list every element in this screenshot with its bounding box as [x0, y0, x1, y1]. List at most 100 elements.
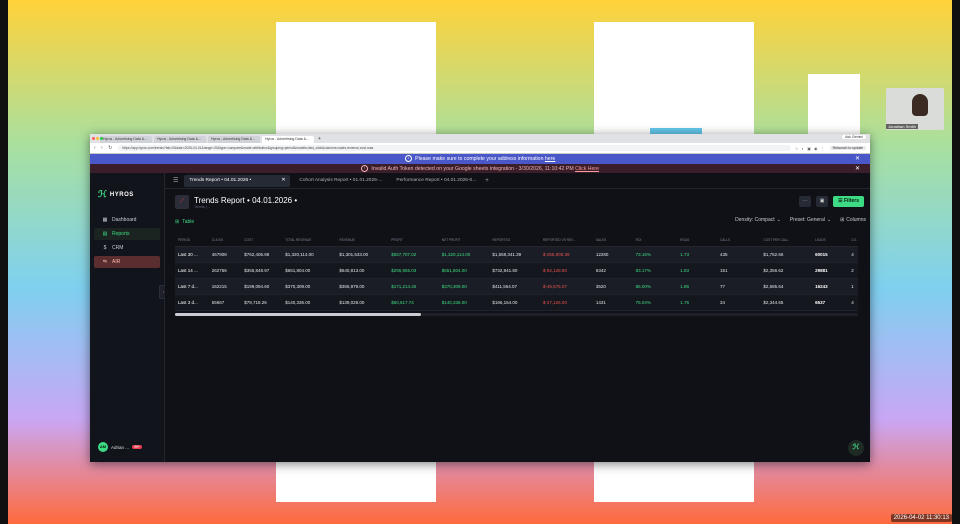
close-window-icon[interactable] — [92, 137, 95, 140]
token-banner-link[interactable]: Click Here — [575, 166, 599, 172]
table-cell: 2 — [848, 262, 858, 279]
url-input[interactable]: https://app.hyros.com/trends?tab=0&date=… — [118, 145, 791, 151]
density-dropdown[interactable]: Density: Compact ⌄ — [735, 217, 781, 223]
address-banner-link[interactable]: here — [545, 156, 555, 162]
column-header[interactable]: COST — [241, 233, 283, 247]
scrollbar-thumb[interactable] — [175, 313, 421, 316]
extension-icons[interactable]: ☆ ◐ ▣ ◉ ⋮ — [795, 146, 826, 151]
webcam-person — [912, 94, 928, 116]
table-cell: 1.76 — [677, 294, 717, 311]
horizontal-scrollbar[interactable] — [175, 313, 858, 316]
new-tab-icon[interactable]: + — [316, 136, 323, 143]
table-row[interactable]: Last 14 ... 262766 $355,848.97 $651,804.… — [175, 262, 858, 279]
sidebar-item-dashboard[interactable]: ▦ Dashboard — [94, 214, 160, 226]
relaunch-button[interactable]: Relaunch to update — [829, 146, 866, 150]
notification-badge: 99+ — [132, 445, 142, 449]
hyros-logo-icon: ℋ — [98, 189, 107, 199]
hyros-logo[interactable]: ℋ HYROS — [90, 173, 164, 200]
report-header: ⟋ Trends Report • 04.01.2026 • Trends | … — [165, 189, 870, 215]
close-icon[interactable]: ✕ — [855, 154, 860, 164]
sidebar-item-reports[interactable]: ▤ Reports — [94, 228, 160, 240]
table-cell: 1.73 — [677, 246, 717, 263]
column-header[interactable]: SALES — [592, 233, 633, 247]
table-cell: $557,707.02 — [388, 246, 439, 263]
density-label: Density: Compact — [735, 217, 775, 223]
preset-dropdown[interactable]: Preset: General ⌄ — [790, 217, 831, 223]
column-header[interactable]: COST PER CALL — [760, 233, 813, 247]
table-cell: $732,941.80 — [489, 262, 540, 279]
navigation-icons[interactable]: ‹ › ↻ — [94, 145, 114, 151]
table-icon: ⊞ — [175, 219, 180, 225]
chevron-down-icon: ⌄ — [826, 217, 832, 223]
sidebar-item-label: CRM — [112, 245, 124, 251]
column-header[interactable]: REVENUE — [336, 233, 389, 247]
table-row[interactable]: Last 7 d... 162215 $199,094.60 $370,309.… — [175, 278, 858, 295]
tab-performance-report[interactable]: Performance Report • 04.01.2026-0... — [391, 175, 481, 187]
table-cell: 151 — [716, 262, 761, 279]
menu-icon[interactable]: ☰ — [173, 177, 178, 184]
add-tab-icon[interactable]: + — [485, 178, 489, 184]
user-menu[interactable]: AM Adrian ... 99+ — [98, 442, 142, 452]
period-cell: Last 3 d... — [175, 294, 209, 311]
table-cell: 6342 — [592, 262, 633, 279]
page-title[interactable]: Trends Report • 04.01.2026 • — [194, 196, 297, 205]
filters-button[interactable]: ☰ Filters — [833, 196, 864, 207]
trends-table: PERIOD CLICKS COST TOTAL REVENUE REVENUE… — [175, 233, 858, 316]
webcam-name: Jonathan Smith — [886, 124, 918, 129]
table-cell: 467908 — [208, 246, 242, 263]
column-header[interactable]: PROFIT — [388, 233, 439, 247]
column-header[interactable]: CALLS — [716, 233, 761, 247]
tab-cohort-report[interactable]: Cohort Analysis Report • 01.01.2026-... — [294, 175, 387, 187]
browser-tab[interactable]: Hyros - Advertising Data &... — [208, 136, 260, 143]
hyros-chat-icon[interactable]: ℋ — [848, 440, 864, 456]
more-options-button[interactable]: ⋯ — [799, 196, 812, 207]
user-name: Adrian ... — [111, 444, 130, 450]
tab-label: Cohort Analysis Report • 01.01.2026-... — [299, 177, 383, 183]
maximize-window-icon[interactable] — [100, 137, 103, 140]
column-header[interactable]: REPORTED — [489, 233, 540, 247]
columns-button[interactable]: ⊞ Columns — [840, 217, 866, 223]
browser-tab-active[interactable]: Hyros - Advertising Data &... — [262, 136, 314, 143]
table-row[interactable]: Last 3 d... 55667 $79,718.26 $140,336.00… — [175, 294, 858, 311]
table-view-tab[interactable]: ⊞ Table — [175, 219, 194, 225]
table-row[interactable]: Last 30 ... 467908 $762,406.98 $1,320,11… — [175, 246, 858, 263]
table-cell: $1,320,114.00 — [282, 246, 337, 263]
table-cell: 86.00% — [632, 278, 678, 295]
column-header[interactable]: CO... — [848, 233, 858, 247]
table-cell: 1431 — [592, 294, 633, 311]
table-cell: 1.86 — [677, 278, 717, 295]
column-header[interactable]: REPORTED VS REV... — [539, 233, 593, 247]
table-cell: 3520 — [592, 278, 633, 295]
table-cell: 1 — [848, 278, 858, 295]
column-header[interactable]: CLICKS — [208, 233, 242, 247]
table-cell: $171,214.40 — [388, 278, 439, 295]
save-icon[interactable]: ▣ — [816, 196, 829, 207]
table-cell: $1,558,341.39 — [489, 246, 540, 263]
column-header[interactable]: NET PROFIT — [438, 233, 490, 247]
minimize-window-icon[interactable] — [96, 137, 99, 140]
reports-icon: ▤ — [102, 231, 108, 237]
table-cell: $2,356.62 — [760, 262, 813, 279]
tab-trends-report[interactable]: Trends Report • 04.01.2026 • ✕ — [184, 174, 291, 187]
period-cell: Last 30 ... — [175, 246, 209, 263]
browser-tab[interactable]: Hyros - Advertising Data &... — [154, 136, 206, 143]
column-header[interactable]: PERIOD — [175, 233, 209, 247]
table-cell: 34 — [716, 294, 761, 311]
ask-gemini-button[interactable]: Ask Gemini — [842, 135, 866, 139]
info-icon: i — [404, 155, 412, 163]
column-header[interactable]: ROI — [632, 233, 678, 247]
trend-chart-icon: ⟋ — [175, 195, 189, 209]
browser-tab[interactable]: Hyros - Advertising Data &... — [100, 136, 152, 143]
wallpaper-shape — [594, 462, 754, 502]
close-tab-icon[interactable]: ✕ — [281, 175, 285, 187]
table-header-row: PERIOD CLICKS COST TOTAL REVENUE REVENUE… — [175, 233, 858, 247]
table-cell: 435 — [716, 246, 761, 263]
browser-tabstrip: Hyros - Advertising Data &... Hyros - Ad… — [90, 134, 870, 143]
column-header[interactable]: ROAS — [677, 233, 717, 247]
sidebar-item-air[interactable]: ⇋ AIR — [94, 256, 160, 268]
browser-window: Hyros - Advertising Data &... Hyros - Ad… — [90, 134, 870, 462]
column-header[interactable]: LEADS — [812, 233, 849, 247]
sidebar-item-crm[interactable]: $ CRM — [94, 242, 160, 254]
column-header[interactable]: TOTAL REVENUE — [282, 233, 337, 247]
table-cell: $365,979.00 — [336, 278, 389, 295]
